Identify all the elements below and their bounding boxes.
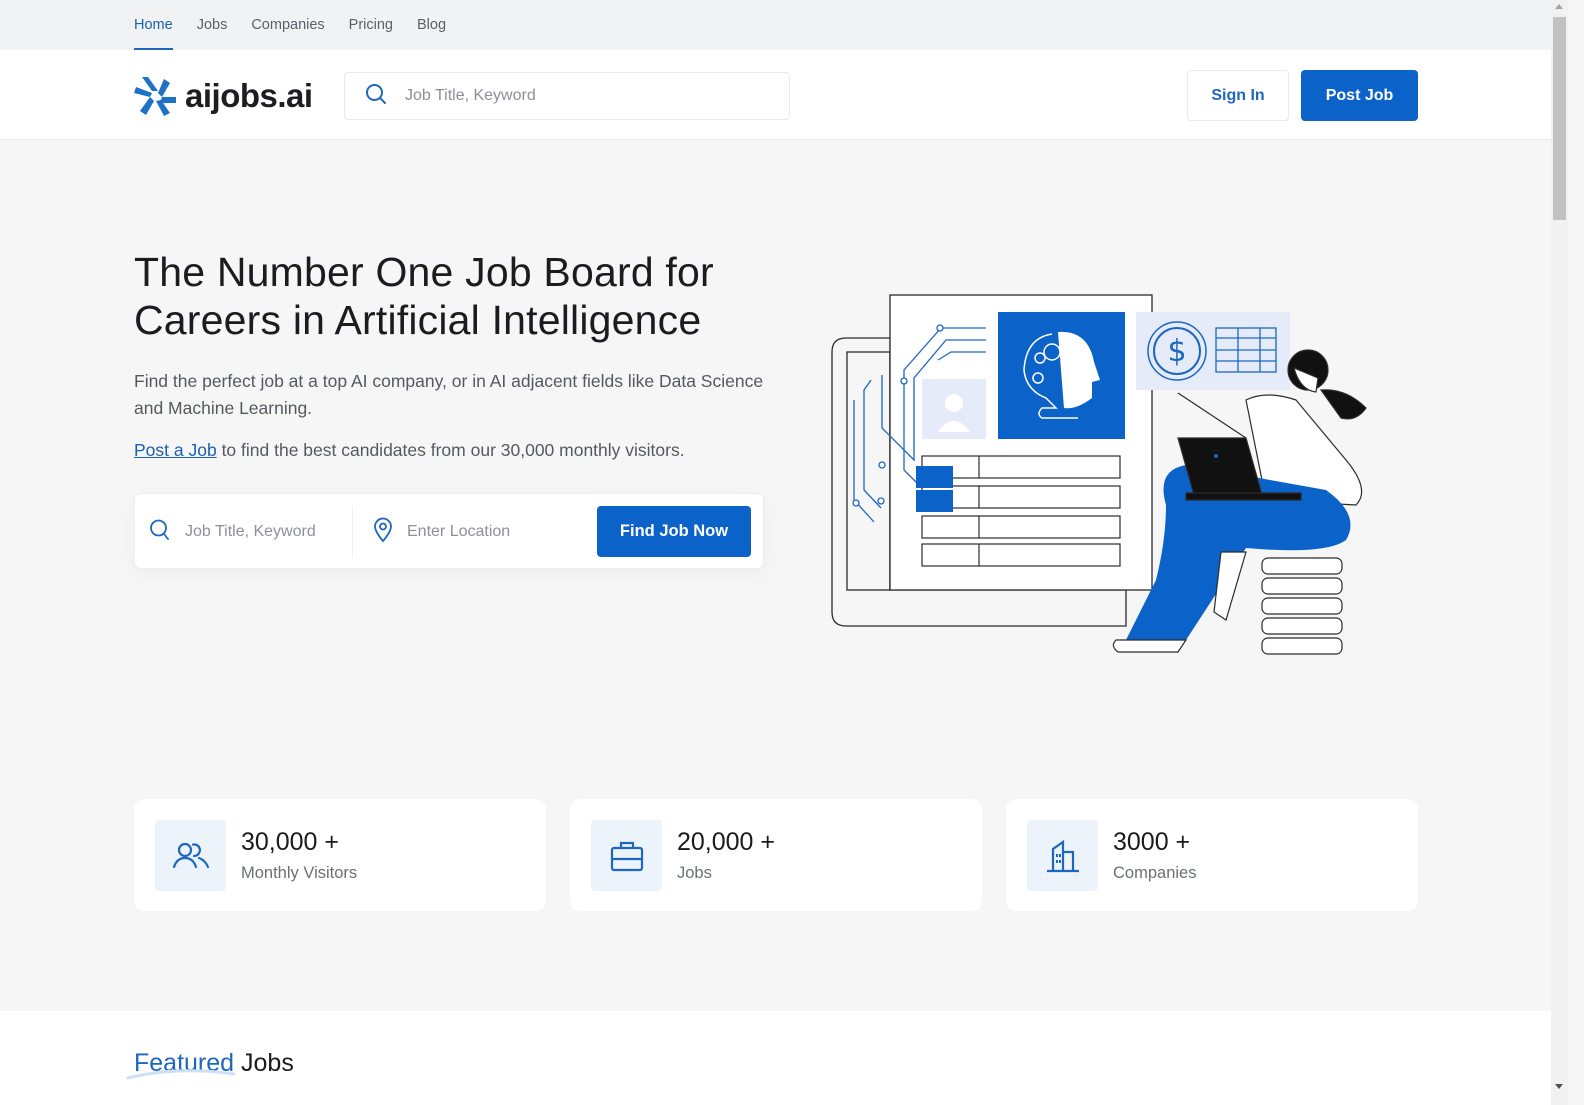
logo-mark-icon: [134, 77, 176, 116]
keyword-field: [149, 508, 349, 556]
header-search-input[interactable]: [405, 87, 765, 105]
nav-pricing[interactable]: Pricing: [349, 0, 393, 50]
location-input[interactable]: [407, 523, 577, 541]
scroll-down-arrow-icon[interactable]: [1555, 1084, 1563, 1089]
stat-icon-box: [155, 820, 226, 891]
sign-in-button[interactable]: Sign In: [1187, 70, 1289, 121]
finance-panel: [1136, 312, 1290, 390]
nav-home[interactable]: Home: [134, 0, 173, 50]
hero-search-bar: Find Job Now: [134, 493, 764, 569]
stat-value: 3000 +: [1113, 828, 1191, 856]
svg-text:$: $: [1167, 334, 1186, 369]
stat-value: 30,000 +: [241, 828, 340, 856]
search-icon: [149, 518, 171, 547]
underline-swoosh-icon: [126, 1069, 236, 1080]
scroll-up-arrow-icon[interactable]: [1555, 4, 1563, 9]
hero-title: The Number One Job Board for Careers in …: [134, 249, 714, 343]
search-icon: [365, 83, 387, 110]
location-pin-icon: [373, 517, 393, 548]
keyword-input[interactable]: [185, 523, 345, 541]
hero-illustration: $: [831, 294, 1367, 655]
stat-icon-box: [591, 820, 662, 891]
coin-stack: [1261, 557, 1343, 655]
stat-label: Jobs: [677, 864, 712, 882]
header: aijobs.ai Sign In Post Job: [0, 50, 1551, 140]
stat-card-jobs: 20,000 + Jobs: [570, 799, 982, 911]
featured-jobs-section: Featured Jobs: [0, 1011, 1551, 1105]
stat-label: Companies: [1113, 864, 1197, 882]
stat-icon-box: [1027, 820, 1098, 891]
nav-blog[interactable]: Blog: [417, 0, 446, 50]
hero-cta: Post a Job to find the best candidates f…: [134, 437, 794, 464]
stat-card-visitors: 30,000 + Monthly Visitors: [134, 799, 546, 911]
stat-value: 20,000 +: [677, 828, 776, 856]
location-field: [373, 508, 593, 556]
logo[interactable]: aijobs.ai: [134, 75, 313, 117]
featured-rest-text: Jobs: [234, 1049, 294, 1077]
building-icon: [1046, 839, 1079, 872]
top-nav: Home Jobs Companies Pricing Blog: [0, 0, 1551, 50]
page-scrollbar[interactable]: [1551, 0, 1568, 1105]
users-icon: [172, 842, 209, 868]
scroll-thumb[interactable]: [1553, 17, 1566, 220]
stat-card-companies: 3000 + Companies: [1006, 799, 1418, 911]
stat-label: Monthly Visitors: [241, 864, 358, 882]
header-search: [344, 72, 790, 120]
page: Home Jobs Companies Pricing Blog aijobs.…: [0, 0, 1551, 1105]
post-job-button[interactable]: Post Job: [1301, 70, 1418, 121]
nav-companies[interactable]: Companies: [251, 0, 324, 50]
nav-jobs[interactable]: Jobs: [197, 0, 228, 50]
post-a-job-link[interactable]: Post a Job: [134, 440, 217, 460]
find-job-button[interactable]: Find Job Now: [597, 506, 751, 557]
search-divider: [352, 506, 353, 558]
hero-description: Find the perfect job at a top AI company…: [134, 371, 764, 418]
logo-text: aijobs.ai: [185, 77, 313, 114]
briefcase-icon: [610, 841, 643, 871]
hero-cta-text: to find the best candidates from our 30,…: [216, 440, 685, 460]
